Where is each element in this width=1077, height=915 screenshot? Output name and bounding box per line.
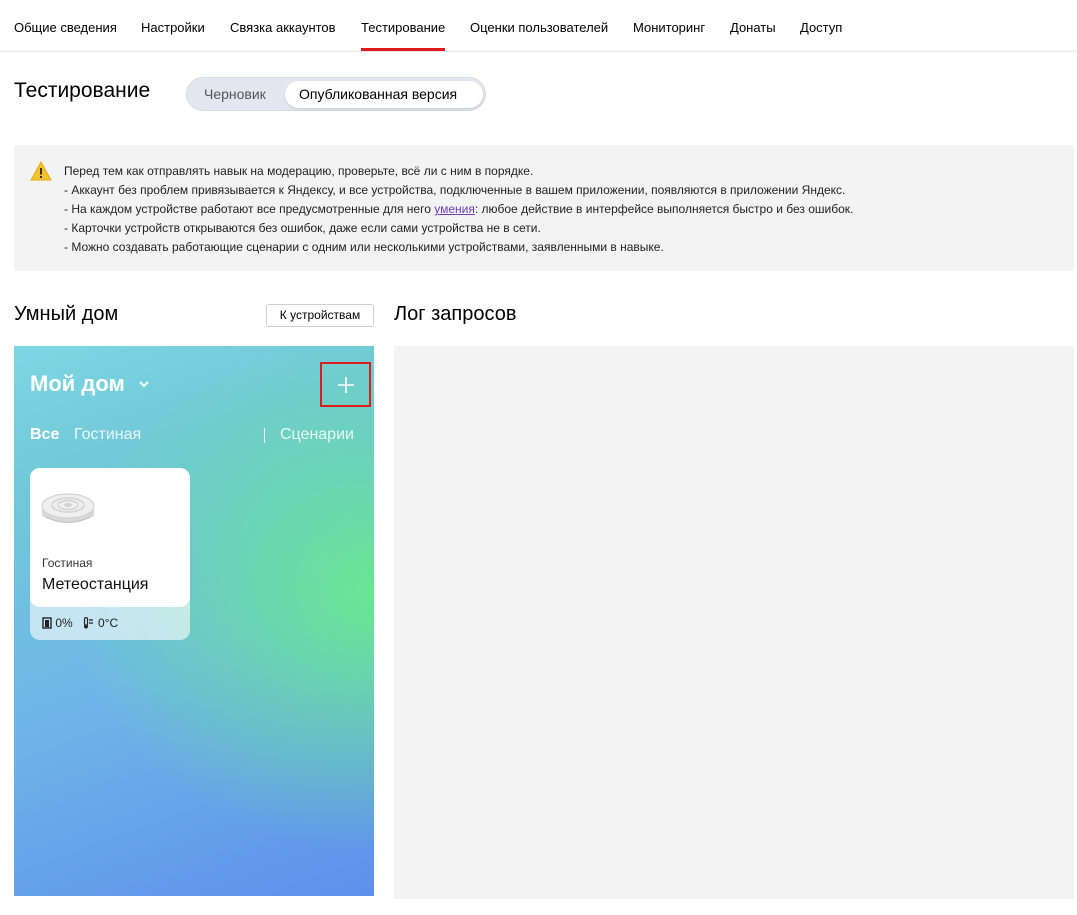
room-tab-all[interactable]: Все bbox=[30, 426, 59, 444]
chevron-down-icon[interactable] bbox=[138, 378, 150, 390]
published-version-option[interactable]: Опубликованная версия bbox=[285, 81, 483, 108]
device-name: Метеостанция bbox=[42, 576, 149, 593]
thermometer-icon bbox=[83, 617, 93, 629]
scenarios-tab[interactable]: Сценарии bbox=[280, 426, 354, 444]
smart-home-preview: Мой дом Все Гостиная Сценарии Гостиная М… bbox=[14, 346, 374, 896]
device-card-weather-station[interactable]: Гостиная Метеостанция 0% 0°C bbox=[30, 468, 190, 640]
top-navigation: Общие сведения Настройки Связка аккаунто… bbox=[0, 0, 1077, 52]
notice-line-2-end: : любое действие в интерфейсе выполняетс… bbox=[474, 202, 854, 216]
to-devices-button[interactable]: К устройствам bbox=[266, 304, 374, 327]
humidity-icon bbox=[42, 617, 52, 629]
moderation-notice: Перед тем как отправлять навык на модера… bbox=[14, 145, 1074, 271]
room-tab-living-room[interactable]: Гостиная bbox=[74, 426, 141, 444]
device-stats: 0% 0°C bbox=[42, 616, 118, 630]
plus-icon bbox=[338, 377, 354, 393]
device-room: Гостиная bbox=[42, 556, 93, 570]
tab-testing[interactable]: Тестирование bbox=[361, 20, 446, 51]
skills-link[interactable]: умения bbox=[434, 202, 475, 216]
tab-divider bbox=[264, 428, 265, 443]
notice-line-4: - Можно создавать работающие сценарии с … bbox=[64, 240, 664, 254]
warning-icon bbox=[30, 161, 52, 181]
tab-general[interactable]: Общие сведения bbox=[14, 20, 117, 35]
tab-settings[interactable]: Настройки bbox=[141, 20, 205, 35]
page-title: Тестирование bbox=[14, 79, 151, 102]
notice-line-1: - Аккаунт без проблем привязывается к Ян… bbox=[64, 183, 846, 197]
device-card-top: Гостиная Метеостанция bbox=[30, 468, 190, 607]
weather-station-device-icon bbox=[41, 493, 95, 523]
add-button[interactable] bbox=[320, 362, 371, 407]
notice-line-2: - На каждом устройстве работают все пред… bbox=[64, 200, 853, 219]
tab-account-linking[interactable]: Связка аккаунтов bbox=[230, 20, 336, 35]
request-log-panel bbox=[394, 346, 1074, 899]
draft-option[interactable]: Черновик bbox=[190, 81, 280, 108]
tab-donations[interactable]: Донаты bbox=[730, 20, 776, 35]
temperature-value: 0°C bbox=[98, 616, 119, 630]
version-switch: Черновик Опубликованная версия bbox=[186, 77, 486, 111]
notice-line-3: - Карточки устройств открываются без оши… bbox=[64, 221, 541, 235]
smart-home-title: Умный дом bbox=[14, 303, 119, 325]
humidity-value: 0% bbox=[55, 616, 73, 630]
notice-text: Перед тем как отправлять навык на модера… bbox=[64, 162, 853, 257]
request-log-title: Лог запросов bbox=[394, 303, 517, 325]
tab-monitoring[interactable]: Мониторинг bbox=[633, 20, 705, 35]
notice-line-2-start: - На каждом устройстве работают все пред… bbox=[64, 202, 435, 216]
tab-user-ratings[interactable]: Оценки пользователей bbox=[470, 20, 608, 35]
tab-access[interactable]: Доступ bbox=[800, 20, 842, 35]
notice-intro: Перед тем как отправлять навык на модера… bbox=[64, 164, 534, 178]
home-name[interactable]: Мой дом bbox=[30, 371, 125, 397]
